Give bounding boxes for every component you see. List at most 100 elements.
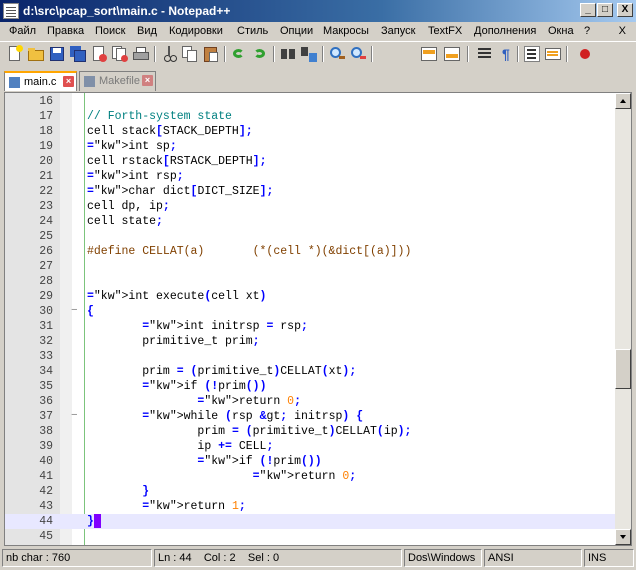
line-number: 31 — [39, 320, 53, 333]
tab-close-icon[interactable]: × — [63, 76, 74, 87]
zoom-out-icon[interactable] — [349, 45, 367, 63]
tab-close-icon[interactable]: × — [142, 75, 153, 86]
find-icon[interactable] — [279, 45, 297, 63]
fold-toggle-icon[interactable]: − — [71, 304, 78, 319]
indent-guide-icon[interactable] — [523, 45, 541, 63]
menu-options[interactable]: Опции — [280, 25, 313, 37]
code-line[interactable]: 18 cell stack[STACK_DEPTH]; — [5, 124, 617, 139]
menu-window[interactable]: Окна — [548, 25, 574, 37]
tab-makefile[interactable]: Makefile × — [79, 71, 156, 91]
title-bar[interactable]: d:\src\pcap_sort\main.c - Notepad++ _ □ … — [0, 0, 636, 22]
line-number: 33 — [39, 350, 53, 363]
code-line[interactable]: 38 prim = (primitive_t)CELLAT(ip); — [5, 424, 617, 439]
user-lang-icon[interactable] — [544, 45, 562, 63]
menu-file[interactable]: Файл — [9, 25, 36, 37]
code-line[interactable]: 42 } — [5, 484, 617, 499]
record-macro-icon[interactable] — [576, 45, 594, 63]
close-document-button[interactable]: X — [619, 25, 626, 37]
code-text: ="kw">int sp; — [87, 140, 177, 153]
code-line[interactable]: 36 ="kw">return 0; — [5, 394, 617, 409]
code-line[interactable]: 40 ="kw">if (!prim()) — [5, 454, 617, 469]
code-line[interactable]: 30 −{ — [5, 304, 617, 319]
code-line[interactable]: 39 ip += CELL; — [5, 439, 617, 454]
sync-horizontal-icon[interactable] — [443, 45, 461, 63]
open-file-icon[interactable] — [27, 45, 45, 63]
code-line[interactable]: 45 — [5, 529, 617, 544]
save-all-icon[interactable] — [69, 45, 87, 63]
line-number: 35 — [39, 380, 53, 393]
code-line[interactable]: 29 ="kw">int execute(cell xt) — [5, 289, 617, 304]
cut-icon[interactable] — [160, 45, 178, 63]
toolbar-separator — [154, 46, 156, 62]
code-text: primitive_t prim; — [87, 335, 260, 348]
menu-edit[interactable]: Правка — [47, 25, 84, 37]
minimize-button[interactable]: _ — [580, 3, 596, 17]
sync-vertical-icon[interactable] — [420, 45, 438, 63]
code-text: ip += CELL; — [87, 440, 274, 453]
line-number: 38 — [39, 425, 53, 438]
close-icon[interactable] — [90, 45, 108, 63]
undo-icon[interactable] — [230, 45, 248, 63]
toolbar-separator — [517, 46, 519, 62]
code-line[interactable]: 27 — [5, 259, 617, 274]
menu-help[interactable]: ? — [584, 25, 590, 37]
close-button[interactable]: X — [617, 3, 633, 17]
replace-icon[interactable] — [300, 45, 318, 63]
code-line[interactable]: 33 — [5, 349, 617, 364]
code-line[interactable]: 25 — [5, 229, 617, 244]
code-line[interactable]: 24 cell state; — [5, 214, 617, 229]
scroll-up-arrow[interactable] — [615, 93, 631, 109]
code-line[interactable]: 21 ="kw">int rsp; — [5, 169, 617, 184]
word-wrap-icon[interactable] — [476, 45, 494, 63]
code-text: ="kw">int execute(cell xt) — [87, 290, 267, 303]
code-line[interactable]: 28 — [5, 274, 617, 289]
vertical-scrollbar[interactable] — [615, 93, 631, 545]
redo-icon[interactable] — [251, 45, 269, 63]
code-line[interactable]: 17 // Forth-system state — [5, 109, 617, 124]
print-icon[interactable] — [132, 45, 150, 63]
code-line[interactable]: 19 ="kw">int sp; — [5, 139, 617, 154]
save-icon[interactable] — [48, 45, 66, 63]
new-file-icon[interactable] — [6, 45, 24, 63]
scroll-thumb[interactable] — [615, 349, 631, 389]
tab-label: main.c — [24, 76, 57, 88]
menu-style[interactable]: Стиль — [237, 25, 268, 37]
code-line[interactable]: 34 prim = (primitive_t)CELLAT(xt); — [5, 364, 617, 379]
maximize-button[interactable]: □ — [597, 3, 613, 17]
paste-icon[interactable] — [202, 45, 220, 63]
menu-plugins[interactable]: Дополнения — [474, 25, 536, 37]
code-line[interactable]: 31 ="kw">int initrsp = rsp; — [5, 319, 617, 334]
toolbar-separator — [566, 46, 568, 62]
code-line[interactable]: 22 ="kw">char dict[DICT_SIZE]; — [5, 184, 617, 199]
menu-search[interactable]: Поиск — [95, 25, 125, 37]
code-line[interactable]: 44} — [5, 514, 617, 529]
code-line[interactable]: 35 ="kw">if (!prim()) — [5, 379, 617, 394]
code-line[interactable]: 37 − ="kw">while (rsp &gt; initrsp) { — [5, 409, 617, 424]
code-line[interactable]: 26 #define CELLAT(a) (*(cell *)(&dict[(a)… — [5, 244, 617, 259]
code-line[interactable]: 41 ="kw">return 0; — [5, 469, 617, 484]
menu-view[interactable]: Вид — [137, 25, 157, 37]
menu-macros[interactable]: Макросы — [323, 25, 369, 37]
line-number: 28 — [39, 275, 53, 288]
notepad-app-icon[interactable] — [3, 3, 19, 19]
menu-textfx[interactable]: TextFX — [428, 25, 462, 37]
code-editor[interactable]: 16 17 // Forth-system state 18 cell stack[ST… — [4, 92, 632, 546]
tab-main-c[interactable]: main.c × — [4, 71, 77, 91]
code-line[interactable]: 23 cell dp, ip; — [5, 199, 617, 214]
toolbar-separator — [371, 46, 373, 62]
show-all-chars-icon[interactable]: ¶ — [497, 45, 515, 63]
menu-encoding[interactable]: Кодировки — [169, 25, 223, 37]
status-encoding: ANSI — [484, 549, 582, 567]
scroll-down-arrow[interactable] — [615, 529, 631, 545]
code-line[interactable]: 20 cell rstack[RSTACK_DEPTH]; — [5, 154, 617, 169]
line-number: 27 — [39, 260, 53, 273]
close-all-icon[interactable] — [111, 45, 129, 63]
menu-run[interactable]: Запуск — [381, 25, 415, 37]
fold-toggle-icon[interactable]: − — [71, 409, 78, 424]
code-line[interactable]: 32 primitive_t prim; — [5, 334, 617, 349]
line-number: 20 — [39, 155, 53, 168]
zoom-in-icon[interactable] — [328, 45, 346, 63]
code-line[interactable]: 16 — [5, 94, 617, 109]
code-line[interactable]: 43 ="kw">return 1; — [5, 499, 617, 514]
copy-icon[interactable] — [181, 45, 199, 63]
